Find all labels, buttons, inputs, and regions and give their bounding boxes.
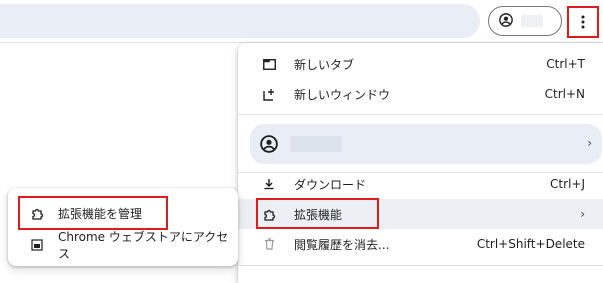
account-circle-icon — [499, 13, 513, 27]
new-tab-icon — [262, 57, 276, 71]
address-bar[interactable] — [0, 4, 480, 38]
more-vert-icon — [581, 15, 585, 29]
menu-profile-row[interactable]: › — [250, 124, 602, 164]
menu-item-label: 閲覧履歴を消去... — [294, 237, 390, 252]
highlight-box — [256, 198, 379, 229]
menu-item-label: 新しいウィンドウ — [294, 87, 391, 102]
menu-divider — [238, 265, 603, 266]
highlight-box — [18, 196, 168, 230]
menu-item-new-window[interactable]: 新しいウィンドウ Ctrl+N — [238, 79, 603, 109]
shortcut-label: Ctrl+J — [550, 177, 585, 191]
chrome-main-menu: 新しいタブ Ctrl+T 新しいウィンドウ Ctrl+N › ダウンロード Ct… — [238, 43, 603, 283]
shortcut-label: Ctrl+T — [546, 57, 585, 71]
menu-item-label: 新しいタブ — [294, 57, 355, 72]
extensions-submenu: 拡張機能を管理 Chrome ウェブストアにアクセス — [8, 188, 238, 266]
account-circle-icon — [260, 135, 278, 153]
menu-divider — [238, 114, 603, 115]
profile-button[interactable] — [488, 6, 562, 36]
menu-item-clear-history[interactable]: 閲覧履歴を消去... Ctrl+Shift+Delete — [238, 229, 603, 259]
submenu-item-web-store[interactable]: Chrome ウェブストアにアクセス — [8, 230, 238, 261]
customize-menu-button[interactable] — [567, 6, 599, 38]
menu-item-downloads[interactable]: ダウンロード Ctrl+J — [238, 169, 603, 199]
chevron-right-icon: › — [580, 207, 585, 221]
web-store-icon — [30, 238, 44, 252]
new-window-icon — [262, 87, 276, 101]
submenu-item-label: Chrome ウェブストアにアクセス — [58, 230, 229, 261]
shortcut-label: Ctrl+Shift+Delete — [476, 237, 585, 251]
chevron-right-icon: › — [587, 136, 592, 150]
profile-name-redacted — [521, 15, 543, 27]
trash-icon — [262, 237, 276, 251]
download-icon — [262, 177, 276, 191]
menu-item-new-tab[interactable]: 新しいタブ Ctrl+T — [238, 49, 603, 79]
shortcut-label: Ctrl+N — [544, 87, 585, 101]
menu-item-label: ダウンロード — [294, 177, 367, 192]
profile-name-redacted — [290, 136, 342, 152]
